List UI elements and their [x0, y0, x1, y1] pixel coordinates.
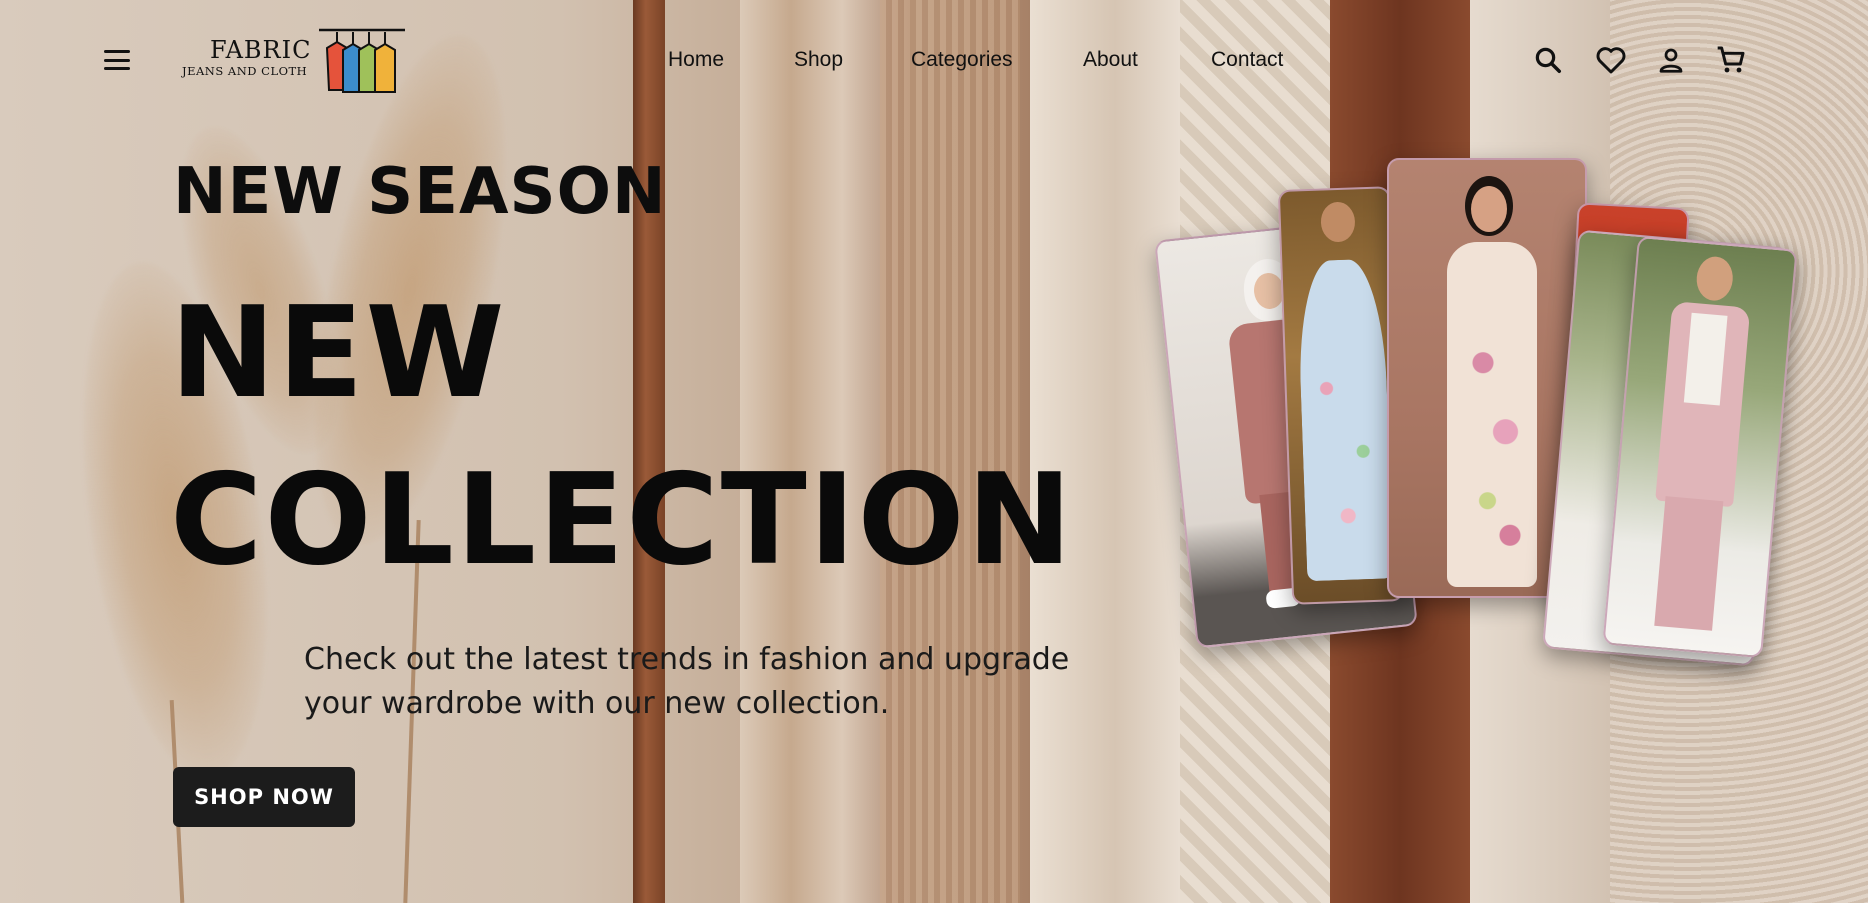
brand-tagline: JEANS AND CLOTH: [182, 64, 308, 78]
brand-name: FABRIC: [210, 36, 312, 64]
nav-home[interactable]: Home: [668, 48, 724, 72]
hero-page: FABRIC JEANS AND CLOTH Home Shop Categor…: [0, 0, 1868, 903]
shopping-cart-icon[interactable]: [1715, 44, 1747, 76]
clothes-rack-icon: [319, 28, 405, 93]
hero-eyebrow: NEW SEASON: [173, 155, 667, 229]
product-card-floral-gown[interactable]: [1277, 186, 1405, 605]
hero-description: Check out the latest trends in fashion a…: [304, 642, 1070, 721]
search-icon[interactable]: [1533, 45, 1563, 75]
product-card-pink-suit-front[interactable]: [1602, 235, 1798, 659]
nav-categories[interactable]: Categories: [911, 48, 1013, 72]
hamburger-menu-icon[interactable]: [104, 50, 130, 70]
nav-about[interactable]: About: [1083, 48, 1138, 72]
brand-logo[interactable]: FABRIC JEANS AND CLOTH: [180, 20, 410, 98]
hero-headline-line1: NEW: [170, 279, 507, 426]
nav-shop[interactable]: Shop: [794, 48, 843, 72]
heart-icon[interactable]: [1595, 45, 1627, 75]
user-icon[interactable]: [1656, 45, 1686, 75]
shop-now-button[interactable]: SHOP NOW: [173, 767, 355, 827]
nav-contact[interactable]: Contact: [1211, 48, 1283, 72]
hero-headline-line2: COLLECTION: [170, 446, 1075, 593]
